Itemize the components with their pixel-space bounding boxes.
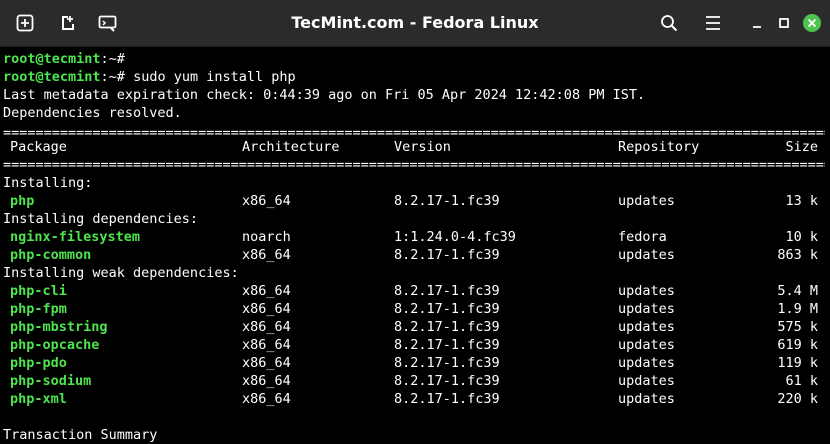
table-row: php x86_64 8.2.17-1.fc39 updates 13 k bbox=[0, 192, 830, 210]
package-name: nginx-filesystem bbox=[10, 229, 141, 245]
package-arch: x86_64 bbox=[242, 391, 291, 407]
command-line: root@tecmint:~# sudo yum install php bbox=[3, 68, 296, 86]
divider: ========================================… bbox=[3, 157, 825, 172]
package-size: 575 k bbox=[777, 319, 818, 335]
metadata-line: Last metadata expiration check: 0:44:39 … bbox=[3, 87, 646, 103]
package-name: php-opcache bbox=[10, 337, 100, 353]
prompt-path: :~# bbox=[100, 51, 125, 67]
prompt-path: :~# bbox=[100, 69, 125, 85]
menu-icon[interactable] bbox=[699, 9, 727, 37]
table-row: php-common x86_64 8.2.17-1.fc39 updates 863 … bbox=[0, 246, 830, 264]
package-arch: x86_64 bbox=[242, 319, 291, 335]
package-arch: x86_64 bbox=[242, 247, 291, 263]
package-name: php-mbstring bbox=[10, 319, 108, 335]
package-version: 8.2.17-1.fc39 bbox=[394, 283, 500, 299]
package-repo: updates bbox=[618, 319, 675, 335]
package-version: 8.2.17-1.fc39 bbox=[394, 319, 500, 335]
package-version: 8.2.17-1.fc39 bbox=[394, 193, 500, 209]
deps-resolved-line: Dependencies resolved. bbox=[3, 105, 182, 121]
package-name: php-common bbox=[10, 247, 92, 263]
transaction-summary: Transaction Summary bbox=[3, 427, 158, 443]
package-repo: updates bbox=[618, 373, 675, 389]
table-row: php-cli x86_64 8.2.17-1.fc39 updates 5.4 M bbox=[0, 282, 830, 300]
package-repo: updates bbox=[618, 283, 675, 299]
package-version: 8.2.17-1.fc39 bbox=[394, 355, 500, 371]
search-icon[interactable] bbox=[655, 9, 683, 37]
package-name: php-pdo bbox=[10, 355, 67, 371]
section-dependencies: Installing dependencies: bbox=[3, 211, 199, 227]
minimize-icon[interactable] bbox=[743, 9, 771, 37]
package-arch: noarch bbox=[242, 229, 291, 245]
package-size: 619 k bbox=[777, 337, 818, 353]
table-row: php-mbstring x86_64 8.2.17-1.fc39 updates 57… bbox=[0, 318, 830, 336]
package-size: 863 k bbox=[777, 247, 818, 263]
package-version: 8.2.17-1.fc39 bbox=[394, 391, 500, 407]
package-arch: x86_64 bbox=[242, 301, 291, 317]
package-repo: updates bbox=[618, 337, 675, 353]
section-installing: Installing: bbox=[3, 175, 93, 191]
package-size: 5.4 M bbox=[777, 283, 818, 299]
prompt-line: root@tecmint:~# bbox=[3, 50, 125, 68]
table-row: php-xml x86_64 8.2.17-1.fc39 updates 220 k bbox=[0, 390, 830, 408]
package-version: 8.2.17-1.fc39 bbox=[394, 337, 500, 353]
package-name: php-xml bbox=[10, 391, 67, 407]
package-name: php-sodium bbox=[10, 373, 92, 389]
table-row: php-sodium x86_64 8.2.17-1.fc39 updates 61 k bbox=[0, 372, 830, 390]
prompt-user: root@tecmint bbox=[3, 69, 101, 85]
package-size: 10 k bbox=[785, 229, 818, 245]
command-text: sudo yum install php bbox=[124, 69, 296, 85]
package-version: 1:1.24.0-4.fc39 bbox=[394, 229, 516, 245]
prompt-user: root@tecmint bbox=[3, 51, 101, 67]
package-arch: x86_64 bbox=[242, 283, 291, 299]
package-name: php-cli bbox=[10, 283, 67, 299]
package-size: 13 k bbox=[785, 193, 818, 209]
package-version: 8.2.17-1.fc39 bbox=[394, 247, 500, 263]
package-repo: updates bbox=[618, 247, 675, 263]
package-arch: x86_64 bbox=[242, 337, 291, 353]
table-row: php-opcache x86_64 8.2.17-1.fc39 updates 619… bbox=[0, 336, 830, 354]
terminal-output[interactable]: root@tecmint:~# root@tecmint:~# sudo yum… bbox=[0, 47, 830, 444]
package-arch: x86_64 bbox=[242, 193, 291, 209]
package-size: 220 k bbox=[777, 391, 818, 407]
package-repo: updates bbox=[618, 193, 675, 209]
package-repo: updates bbox=[618, 355, 675, 371]
maximize-icon[interactable] bbox=[770, 9, 798, 37]
package-version: 8.2.17-1.fc39 bbox=[394, 301, 500, 317]
title-bar: TecMint.com - Fedora Linux bbox=[0, 0, 830, 47]
section-weak-dependencies: Installing weak dependencies: bbox=[3, 265, 239, 281]
package-size: 61 k bbox=[785, 373, 818, 389]
table-row: php-fpm x86_64 8.2.17-1.fc39 updates 1.9 M bbox=[0, 300, 830, 318]
package-size: 119 k bbox=[777, 355, 818, 371]
package-size: 1.9 M bbox=[777, 301, 818, 317]
package-repo: updates bbox=[618, 391, 675, 407]
package-name: php bbox=[10, 193, 35, 209]
table-row: php-pdo x86_64 8.2.17-1.fc39 updates 119 k bbox=[0, 354, 830, 372]
table-row: nginx-filesystem noarch 1:1.24.0-4.fc39 fed… bbox=[0, 228, 830, 246]
package-repo: updates bbox=[618, 301, 675, 317]
close-icon[interactable] bbox=[798, 9, 826, 37]
package-version: 8.2.17-1.fc39 bbox=[394, 373, 500, 389]
package-arch: x86_64 bbox=[242, 355, 291, 371]
package-repo: fedora bbox=[618, 229, 667, 245]
package-name: php-fpm bbox=[10, 301, 67, 317]
package-arch: x86_64 bbox=[242, 373, 291, 389]
